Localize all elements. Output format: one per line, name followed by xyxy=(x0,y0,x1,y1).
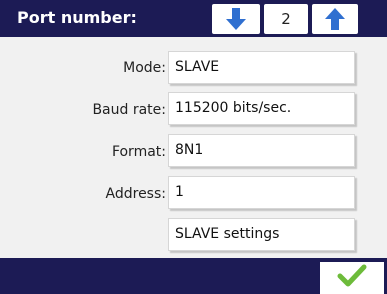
mode-label: Mode: xyxy=(123,60,166,76)
arrow-up-icon xyxy=(324,7,346,31)
port-decrease-button[interactable] xyxy=(212,4,260,34)
address-label: Address: xyxy=(105,186,166,202)
checkmark-icon xyxy=(337,264,367,292)
address-field[interactable]: 1 xyxy=(168,176,355,209)
port-increase-button[interactable] xyxy=(312,4,358,34)
format-field[interactable]: 8N1 xyxy=(168,134,355,167)
port-number-label: Port number: xyxy=(17,8,137,27)
slave-settings-button[interactable]: SLAVE settings xyxy=(168,218,355,251)
confirm-button[interactable] xyxy=(320,262,384,294)
format-label: Format: xyxy=(111,144,166,160)
port-number-value: 2 xyxy=(264,4,308,34)
baud-rate-field[interactable]: 115200 bits/sec. xyxy=(168,92,355,125)
baud-rate-label: Baud rate: xyxy=(92,102,166,118)
mode-field[interactable]: SLAVE xyxy=(168,51,355,84)
arrow-down-icon xyxy=(225,7,247,31)
